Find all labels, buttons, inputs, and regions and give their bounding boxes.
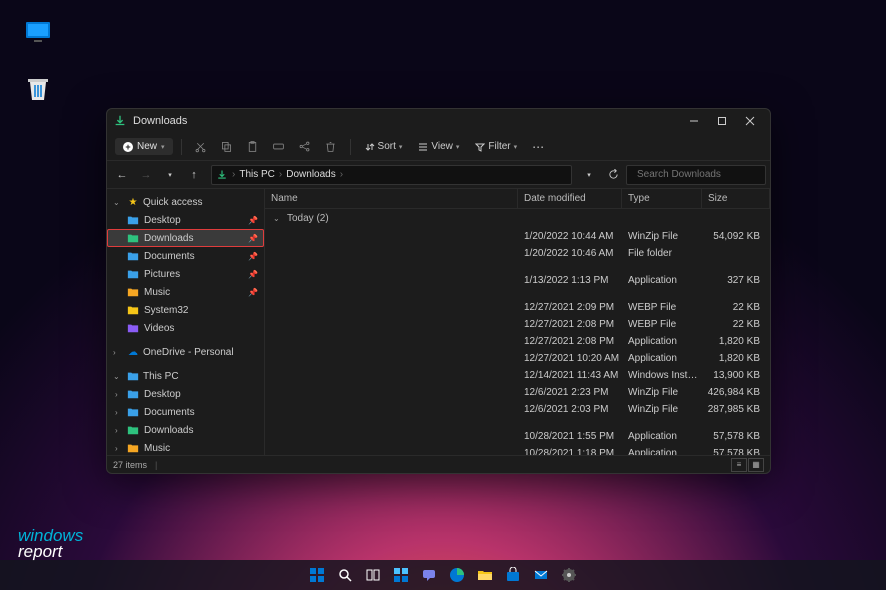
status-text: 27 items xyxy=(113,460,147,470)
taskbar-search[interactable] xyxy=(333,563,357,587)
refresh-button[interactable] xyxy=(602,163,624,187)
sidebar-item-downloads[interactable]: Downloads📌 xyxy=(107,229,264,247)
filter-icon xyxy=(475,142,485,152)
maximize-button[interactable] xyxy=(708,110,736,132)
taskbar-taskview[interactable] xyxy=(361,563,385,587)
titlebar: Downloads xyxy=(107,109,770,133)
file-row[interactable]: 10/28/2021 1:18 PMApplication57,578 KB xyxy=(265,445,770,455)
column-headers: Name Date modified Type Size xyxy=(265,189,770,209)
close-button[interactable] xyxy=(736,110,764,132)
desktop-icon-this-pc[interactable] xyxy=(18,16,58,50)
sidebar-item-documents[interactable]: ›Documents xyxy=(107,403,264,421)
taskbar-settings[interactable] xyxy=(557,563,581,587)
sidebar-item-music[interactable]: Music📌 xyxy=(107,283,264,301)
file-row[interactable]: 1/13/2022 1:13 PMApplication327 KB xyxy=(265,272,770,289)
breadcrumb-item[interactable]: This PC xyxy=(239,169,275,180)
thumbnails-view-button[interactable]: ▦ xyxy=(748,458,764,472)
sidebar-item-music[interactable]: ›Music xyxy=(107,439,264,455)
view-icon xyxy=(418,142,428,152)
sidebar: ⌄★Quick accessDesktop📌Downloads📌Document… xyxy=(107,189,265,455)
taskbar-explorer[interactable] xyxy=(473,563,497,587)
window-title: Downloads xyxy=(133,115,680,127)
downloads-icon xyxy=(216,169,228,181)
file-row[interactable]: 10/28/2021 1:55 PMApplication57,578 KB xyxy=(265,428,770,445)
file-row[interactable]: 12/27/2021 2:09 PMWEBP File22 KB xyxy=(265,299,770,316)
column-type[interactable]: Type xyxy=(622,189,702,208)
content-area: Name Date modified Type Size ⌄ Today (2)… xyxy=(265,189,770,455)
file-row[interactable]: 12/6/2021 2:23 PMWinZip File426,984 KB xyxy=(265,384,770,401)
sidebar-item-pictures[interactable]: Pictures📌 xyxy=(107,265,264,283)
recent-button[interactable]: ▾ xyxy=(159,163,181,187)
back-button[interactable]: ← xyxy=(111,163,133,187)
cut-button[interactable] xyxy=(190,136,212,158)
share-button[interactable] xyxy=(294,136,316,158)
file-list: ⌄ Today (2) 1/20/2022 10:44 AMWinZip Fil… xyxy=(265,209,770,455)
plus-icon: + xyxy=(123,142,133,152)
recent-locations-button[interactable]: ▾ xyxy=(578,163,600,187)
forward-button[interactable]: → xyxy=(135,163,157,187)
delete-button[interactable] xyxy=(320,136,342,158)
sidebar-section[interactable]: ⌄★Quick access xyxy=(107,193,264,211)
copy-button[interactable] xyxy=(216,136,238,158)
breadcrumb-item[interactable]: Downloads xyxy=(286,169,335,180)
taskbar xyxy=(0,560,886,590)
up-button[interactable]: ↑ xyxy=(183,163,205,187)
group-header[interactable]: ⌄ Today (2) xyxy=(265,209,770,228)
details-view-button[interactable]: ≡ xyxy=(731,458,747,472)
sidebar-section[interactable]: ⌄This PC xyxy=(107,367,264,385)
file-explorer-window: Downloads + New ▾ Sort ▾ View ▾ Fi xyxy=(106,108,771,474)
file-row[interactable]: 1/20/2022 10:44 AMWinZip File54,092 KB xyxy=(265,228,770,245)
more-button[interactable]: ⋯ xyxy=(527,136,549,158)
toolbar: + New ▾ Sort ▾ View ▾ Filter ▾ ⋯ xyxy=(107,133,770,161)
sidebar-item-system32[interactable]: System32 xyxy=(107,301,264,319)
sort-button[interactable]: Sort ▾ xyxy=(359,141,409,152)
taskbar-mail[interactable] xyxy=(529,563,553,587)
new-button[interactable]: + New ▾ xyxy=(115,138,173,155)
watermark-logo: windows report xyxy=(18,528,83,560)
file-row[interactable]: 12/27/2021 2:08 PMWEBP File22 KB xyxy=(265,316,770,333)
sidebar-item-desktop[interactable]: ›Desktop xyxy=(107,385,264,403)
chevron-down-icon: ⌄ xyxy=(273,214,283,223)
minimize-button[interactable] xyxy=(680,110,708,132)
statusbar: 27 items | ≡ ▦ xyxy=(107,455,770,473)
search-box[interactable] xyxy=(626,165,766,185)
chevron-down-icon: ▾ xyxy=(161,143,165,151)
view-button[interactable]: View ▾ xyxy=(412,141,465,152)
taskbar-store[interactable] xyxy=(501,563,525,587)
sidebar-item-documents[interactable]: Documents📌 xyxy=(107,247,264,265)
filter-button[interactable]: Filter ▾ xyxy=(469,141,523,152)
file-row[interactable]: 12/14/2021 11:43 AMWindows Installer ...… xyxy=(265,367,770,384)
file-row[interactable]: 12/27/2021 10:20 AMApplication1,820 KB xyxy=(265,350,770,367)
taskbar-chat[interactable] xyxy=(417,563,441,587)
column-name[interactable]: Name xyxy=(265,189,518,208)
file-row[interactable]: 12/27/2021 2:08 PMApplication1,820 KB xyxy=(265,333,770,350)
desktop-icon-recycle-bin[interactable] xyxy=(18,72,58,106)
nav-row: ← → ▾ ↑ › This PC › Downloads › ▾ xyxy=(107,161,770,189)
paste-button[interactable] xyxy=(242,136,264,158)
sidebar-item-desktop[interactable]: Desktop📌 xyxy=(107,211,264,229)
search-input[interactable] xyxy=(637,169,769,180)
sidebar-section[interactable]: ›☁OneDrive - Personal xyxy=(107,343,264,361)
rename-button[interactable] xyxy=(268,136,290,158)
file-row[interactable]: 1/20/2022 10:46 AMFile folder xyxy=(265,245,770,262)
column-date[interactable]: Date modified xyxy=(518,189,622,208)
breadcrumb[interactable]: › This PC › Downloads › xyxy=(211,165,572,185)
downloads-icon xyxy=(113,114,127,128)
taskbar-edge[interactable] xyxy=(445,563,469,587)
sort-icon xyxy=(365,142,375,152)
sidebar-item-videos[interactable]: Videos xyxy=(107,319,264,337)
taskbar-start[interactable] xyxy=(305,563,329,587)
column-size[interactable]: Size xyxy=(702,189,770,208)
file-row[interactable]: 12/6/2021 2:03 PMWinZip File287,985 KB xyxy=(265,401,770,418)
taskbar-widgets[interactable] xyxy=(389,563,413,587)
sidebar-item-downloads[interactable]: ›Downloads xyxy=(107,421,264,439)
